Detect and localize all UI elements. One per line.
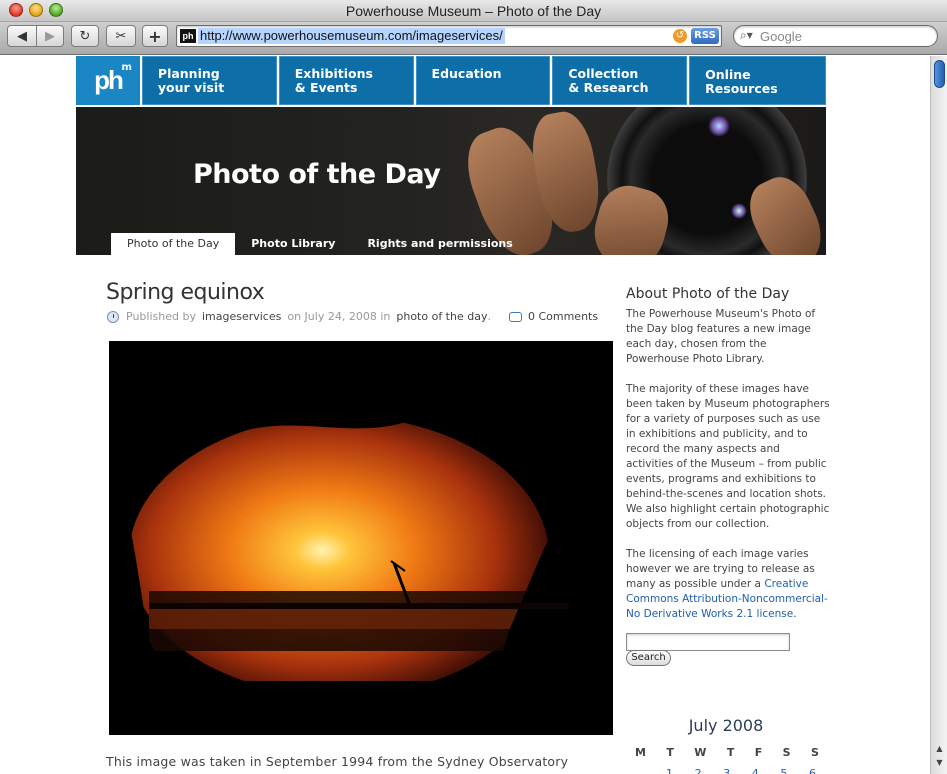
- title-bar: Powerhouse Museum – Photo of the Day: [0, 0, 947, 22]
- forward-arrow-icon: ▶: [45, 28, 55, 44]
- tab-photo-of-the-day[interactable]: Photo of the Day: [111, 233, 236, 255]
- sidebar-search-input[interactable]: [626, 633, 790, 651]
- nav-label: Online: [705, 67, 751, 82]
- category-link[interactable]: photo of the day: [396, 310, 487, 323]
- weekday-label: M: [635, 746, 646, 759]
- calendar-day[interactable]: 3: [723, 767, 730, 774]
- banner: Photo of the Day Photo of the Day Photo …: [76, 107, 826, 255]
- sidebar-search-button[interactable]: Search: [626, 650, 671, 666]
- weekday-label: S: [811, 746, 819, 759]
- address-bar[interactable]: ph http://www.powerhousemuseum.com/image…: [176, 25, 722, 47]
- post-meta: Published by imageservices on July 24, 2…: [107, 310, 598, 323]
- vertical-scrollbar[interactable]: ▲ ▼: [930, 56, 947, 774]
- nav-label: & Events: [294, 80, 358, 95]
- about-paragraph-2: The majority of these images have been t…: [626, 383, 830, 530]
- weekday-label: T: [666, 746, 674, 759]
- scroll-up-icon[interactable]: ▲: [934, 744, 945, 756]
- nav-label: Exhibitions: [294, 66, 373, 81]
- banner-title: Photo of the Day: [193, 159, 441, 190]
- comment-bubble-icon: [508, 311, 522, 322]
- window-title: Powerhouse Museum – Photo of the Day: [345, 3, 602, 19]
- search-field[interactable]: ⌕▾ Google: [733, 25, 938, 47]
- calendar-day[interactable]: 6: [809, 767, 816, 774]
- rss-button[interactable]: RSS: [691, 28, 719, 44]
- about-paragraph-3: The licensing of each image varies howev…: [626, 547, 830, 622]
- about-paragraph-1: The Powerhouse Museum's Photo of the Day…: [626, 308, 816, 365]
- forward-button[interactable]: ▶: [36, 25, 64, 47]
- calendar-title: July 2008: [688, 716, 764, 735]
- calendar-row: 1 2 3 4 5 6: [626, 767, 826, 774]
- snippet-button[interactable]: ✂: [106, 25, 136, 47]
- calendar-day[interactable]: 1: [666, 767, 673, 774]
- nav-label: your visit: [157, 80, 225, 95]
- weekday-label: S: [782, 746, 791, 759]
- post-title[interactable]: Spring equinox: [106, 280, 265, 305]
- weekday-label: F: [754, 746, 763, 759]
- scroll-down-icon[interactable]: ▼: [934, 758, 945, 770]
- reload-icon: ↻: [79, 28, 91, 44]
- logo-text: ph: [94, 65, 124, 95]
- meta-label: Published by: [126, 310, 196, 323]
- calendar-day[interactable]: 4: [752, 767, 759, 774]
- sidebar-about: The Powerhouse Museum's Photo of the Day…: [626, 307, 830, 637]
- banner-tabs: Photo of the Day Photo Library Rights an…: [111, 233, 529, 255]
- comments-count: 0 Comments: [527, 310, 599, 323]
- page-viewport: ph m Planning your visit Exhibitions & E…: [0, 56, 930, 774]
- nav-label: Planning: [157, 66, 220, 81]
- snippet-icon: ✂: [115, 28, 127, 44]
- calendar-header: M T W T F S S: [626, 746, 826, 759]
- scroll-thumb[interactable]: [934, 60, 945, 88]
- post-body: This image was taken in September 1994 f…: [106, 754, 569, 769]
- favicon: ph: [180, 29, 196, 43]
- logo-sup: m: [121, 62, 132, 73]
- add-bookmark-button[interactable]: +: [142, 25, 168, 47]
- search-icon: ⌕▾: [740, 28, 753, 42]
- site-logo[interactable]: ph m: [76, 56, 142, 105]
- tab-photo-library[interactable]: Photo Library: [235, 233, 351, 255]
- meta-period: .: [487, 310, 491, 323]
- nav-education[interactable]: Education: [415, 56, 553, 105]
- clock-icon: [107, 310, 119, 323]
- meta-date: on July 24, 2008 in: [287, 310, 391, 323]
- tab-rights-permissions[interactable]: Rights and permissions: [351, 233, 528, 255]
- calendar-day[interactable]: 5: [780, 767, 787, 774]
- license-period: .: [793, 608, 797, 620]
- author-link[interactable]: imageservices: [202, 310, 281, 323]
- nav-online[interactable]: Online Resources: [689, 56, 826, 105]
- weekday-label: W: [694, 746, 707, 759]
- back-button[interactable]: ◀: [7, 25, 37, 47]
- snapback-icon[interactable]: ↺: [673, 29, 687, 43]
- post-photo[interactable]: [109, 341, 613, 735]
- nav-label: Collection: [568, 66, 639, 81]
- add-bookmark-icon: +: [148, 26, 162, 46]
- nav-exhibitions[interactable]: Exhibitions & Events: [278, 56, 416, 105]
- nav-label: Education: [431, 66, 502, 81]
- sidebar-title: About Photo of the Day: [626, 286, 790, 302]
- url-input[interactable]: http://www.powerhousemuseum.com/imageser…: [198, 28, 505, 44]
- search-placeholder: Google: [760, 29, 802, 44]
- nav-collection[interactable]: Collection & Research: [552, 56, 690, 105]
- main-nav: ph m Planning your visit Exhibitions & E…: [76, 56, 826, 105]
- browser-toolbar: ◀ ▶ ↻ ✂ + ph http://www.powerhousemuseum…: [0, 22, 947, 55]
- reload-button[interactable]: ↻: [71, 25, 99, 47]
- comments-link[interactable]: 0 Comments: [508, 310, 599, 323]
- nav-label: Resources: [705, 81, 778, 96]
- nav-label: & Research: [568, 80, 649, 95]
- weekday-label: T: [726, 746, 735, 759]
- nav-planning[interactable]: Planning your visit: [141, 56, 279, 105]
- back-arrow-icon: ◀: [17, 28, 27, 44]
- calendar-day[interactable]: 2: [695, 767, 702, 774]
- sunset-photo: [109, 341, 613, 735]
